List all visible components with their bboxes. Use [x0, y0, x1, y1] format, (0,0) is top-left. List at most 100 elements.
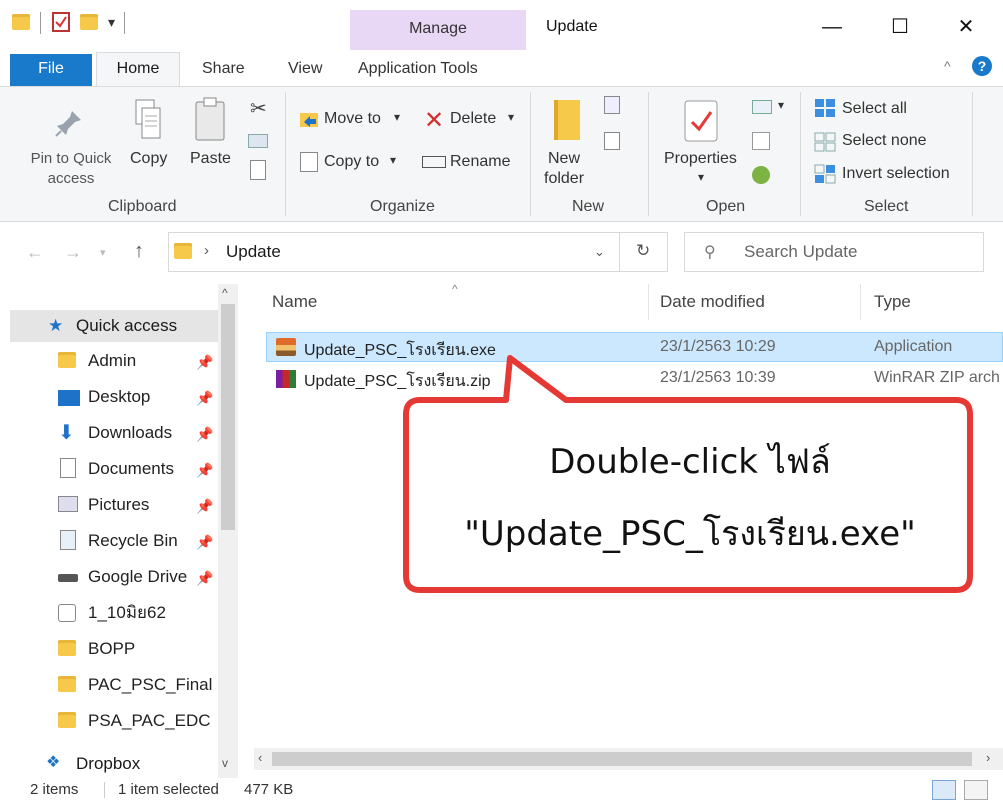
group-separator — [972, 92, 973, 216]
new-folder-line2[interactable]: folder — [544, 170, 584, 188]
nav-item-pac-psc-final[interactable]: PAC_PSC_Final — [88, 668, 212, 702]
nav-item-downloads[interactable]: Downloads — [88, 416, 172, 450]
properties-dropdown-icon[interactable]: ▾ — [698, 170, 704, 184]
nav-scrollbar-thumb[interactable] — [221, 304, 235, 530]
column-header-date[interactable]: Date modified — [660, 292, 765, 312]
tab-file[interactable]: File — [10, 54, 92, 86]
pin-icon[interactable]: 📌 — [196, 534, 213, 551]
scroll-right-icon[interactable]: › — [986, 750, 990, 765]
organize-group-label: Organize — [370, 198, 435, 215]
nav-item-bopp[interactable]: BOPP — [88, 632, 135, 666]
up-icon[interactable]: ↑ — [134, 240, 144, 263]
pin-icon[interactable]: 📌 — [196, 462, 213, 479]
rename-button[interactable]: Rename — [450, 153, 510, 171]
pin-to-quick-access-line1[interactable]: Pin to Quick — [22, 150, 120, 167]
folder-icon[interactable] — [12, 14, 30, 30]
recent-locations-icon[interactable]: ▾ — [100, 246, 106, 259]
tab-application-tools[interactable]: Application Tools — [358, 60, 478, 78]
invert-selection-icon — [814, 164, 836, 189]
pin-icon[interactable]: 📌 — [196, 426, 213, 443]
scroll-left-icon[interactable]: ‹ — [258, 750, 262, 765]
horizontal-scrollbar-thumb[interactable] — [272, 752, 972, 766]
edit-icon[interactable] — [752, 132, 770, 150]
new-folder-icon[interactable] — [554, 100, 580, 140]
pin-to-quick-access-line2[interactable]: access — [22, 170, 120, 187]
pin-icon[interactable]: 📌 — [196, 498, 213, 515]
column-header-name[interactable]: Name — [272, 292, 317, 312]
copy-to-button[interactable]: Copy to — [324, 153, 379, 171]
breadcrumb-chevron-icon[interactable]: › — [204, 242, 209, 259]
divider — [104, 782, 105, 798]
forward-icon[interactable]: → — [64, 242, 82, 263]
documents-icon — [60, 458, 76, 478]
paste-button-label[interactable]: Paste — [190, 150, 231, 168]
column-header-type[interactable]: Type — [874, 292, 911, 312]
downloads-icon: ⬇ — [58, 422, 75, 444]
paste-icon[interactable] — [194, 96, 226, 147]
nav-item-admin[interactable]: Admin — [88, 344, 136, 378]
scroll-down-icon[interactable]: v — [222, 756, 228, 770]
scroll-up-icon[interactable]: ^ — [222, 286, 228, 300]
pin-icon[interactable]: 📌 — [196, 570, 213, 587]
invert-selection-button[interactable]: Invert selection — [842, 165, 950, 183]
nav-item-psa-pac-edc[interactable]: PSA_PAC_EDC — [88, 704, 211, 738]
paste-shortcut-icon[interactable] — [250, 160, 266, 180]
select-all-icon — [814, 98, 836, 123]
folder-icon — [58, 352, 76, 368]
delete-dropdown-icon[interactable]: ▾ — [508, 110, 514, 124]
pin-icon[interactable]: 📌 — [196, 354, 213, 371]
collapse-ribbon-icon[interactable]: ^ — [944, 58, 951, 74]
copy-to-dropdown-icon[interactable]: ▾ — [390, 153, 396, 167]
help-icon[interactable]: ? — [972, 56, 992, 76]
maximize-button[interactable]: ☐ — [880, 14, 920, 40]
new-item-icon[interactable] — [604, 96, 620, 114]
folder-icon — [58, 640, 76, 656]
pin-icon[interactable] — [54, 108, 84, 143]
close-button[interactable]: ✕ — [946, 14, 986, 40]
breadcrumb-path[interactable]: Update — [226, 242, 281, 262]
nav-item-documents[interactable]: Documents — [88, 452, 174, 486]
callout-line2: "Update_PSC_โรงเรียน.exe" — [464, 514, 916, 554]
pin-icon[interactable]: 📌 — [196, 390, 213, 407]
delete-icon: ✕ — [424, 107, 445, 134]
minimize-button[interactable]: — — [812, 14, 852, 40]
properties-button[interactable]: Properties — [664, 150, 737, 168]
tab-share[interactable]: Share — [202, 60, 245, 78]
move-to-button[interactable]: Move to — [324, 110, 381, 128]
easy-access-icon[interactable] — [604, 132, 620, 150]
column-divider[interactable] — [648, 284, 649, 320]
new-folder-line1[interactable]: New — [548, 150, 580, 168]
select-none-button[interactable]: Select none — [842, 132, 927, 150]
open-icon[interactable] — [752, 100, 772, 114]
tab-view[interactable]: View — [288, 60, 322, 78]
customize-toolbar-icon[interactable]: ▾ — [108, 14, 115, 31]
open-dropdown-icon[interactable]: ▾ — [778, 98, 784, 112]
folder-icon — [58, 712, 76, 728]
large-icons-view-icon[interactable] — [964, 780, 988, 800]
back-icon[interactable]: ← — [26, 242, 44, 263]
nav-item-desktop[interactable]: Desktop — [88, 380, 150, 414]
address-dropdown-icon[interactable]: ⌄ — [594, 244, 605, 260]
nav-item-google-drive[interactable]: Google Drive — [88, 560, 187, 594]
copy-button-label[interactable]: Copy — [130, 150, 167, 168]
move-to-dropdown-icon[interactable]: ▾ — [394, 110, 400, 124]
select-all-button[interactable]: Select all — [842, 100, 907, 118]
folder-icon — [58, 676, 76, 692]
nav-item-1-10[interactable]: 1_10มิย62 — [88, 596, 166, 630]
delete-button[interactable]: Delete — [450, 110, 496, 128]
tab-home[interactable]: Home — [96, 52, 180, 88]
new-folder-quick-icon[interactable] — [80, 14, 98, 30]
properties-icon[interactable] — [684, 100, 718, 147]
nav-dropbox[interactable]: Dropbox — [76, 754, 140, 774]
copy-icon[interactable] — [134, 98, 162, 147]
copy-path-icon[interactable] — [248, 134, 268, 148]
nav-item-pictures[interactable]: Pictures — [88, 488, 149, 522]
history-icon[interactable] — [752, 166, 770, 184]
nav-quick-access[interactable]: Quick access — [76, 316, 177, 336]
nav-item-recycle-bin[interactable]: Recycle Bin — [88, 524, 178, 558]
cut-icon[interactable]: ✂ — [250, 96, 267, 121]
properties-quick-icon[interactable] — [52, 12, 70, 32]
manage-context-label[interactable]: Manage — [350, 20, 526, 38]
column-divider[interactable] — [860, 284, 861, 320]
details-view-icon[interactable] — [932, 780, 956, 800]
